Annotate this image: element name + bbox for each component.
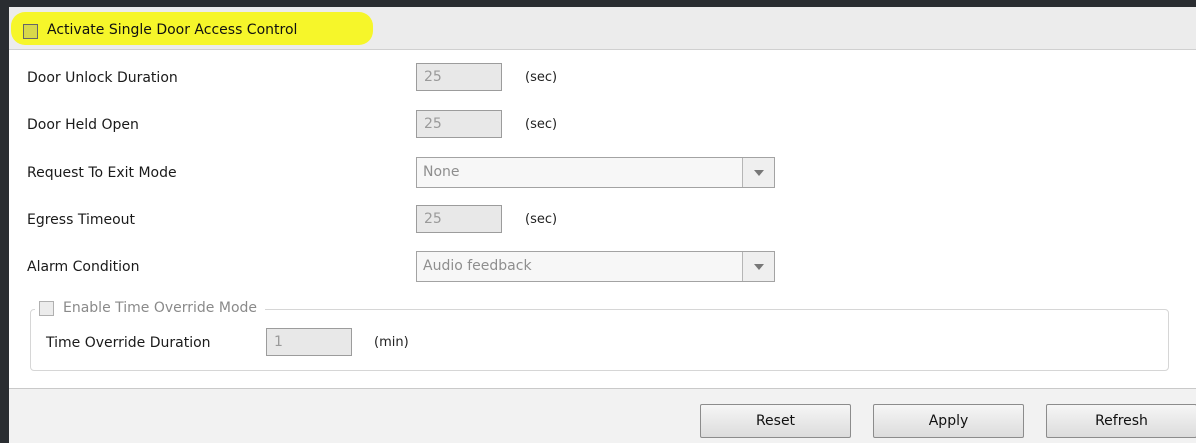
time-override-duration-input[interactable]: 1 <box>266 328 352 356</box>
time-override-legend: Enable Time Override Mode <box>35 298 266 320</box>
request-to-exit-mode-select[interactable]: None <box>416 157 775 188</box>
door-unlock-duration-input[interactable]: 25 <box>416 63 502 91</box>
chevron-down-icon[interactable] <box>742 158 774 187</box>
chevron-down-icon[interactable] <box>742 252 774 281</box>
refresh-button[interactable]: Refresh <box>1046 404 1196 438</box>
activate-label: Activate Single Door Access Control <box>47 22 298 38</box>
request-to-exit-mode-value: None <box>423 164 460 180</box>
time-override-duration-label: Time Override Duration <box>46 335 211 351</box>
apply-button[interactable]: Apply <box>873 404 1024 438</box>
door-unlock-duration-unit: (sec) <box>525 70 558 85</box>
settings-panel: Door Unlock Duration 25 (sec) Door Held … <box>9 50 1196 389</box>
time-override-duration-unit: (min) <box>374 335 409 350</box>
activate-header: Activate Single Door Access Control <box>9 7 1196 50</box>
door-held-open-input[interactable]: 25 <box>416 110 502 138</box>
access-control-panel: Activate Single Door Access Control Door… <box>9 7 1196 443</box>
enable-time-override-checkbox[interactable] <box>39 301 54 316</box>
request-to-exit-mode-label: Request To Exit Mode <box>27 165 177 181</box>
alarm-condition-select[interactable]: Audio feedback <box>416 251 775 282</box>
door-held-open-label: Door Held Open <box>27 117 139 133</box>
door-held-open-unit: (sec) <box>525 117 558 132</box>
activate-checkbox[interactable] <box>23 24 38 39</box>
alarm-condition-label: Alarm Condition <box>27 259 140 275</box>
enable-time-override-label: Enable Time Override Mode <box>63 300 258 316</box>
egress-timeout-label: Egress Timeout <box>27 212 136 228</box>
reset-button[interactable]: Reset <box>700 404 851 438</box>
egress-timeout-unit: (sec) <box>525 212 558 227</box>
egress-timeout-input[interactable]: 25 <box>416 205 502 233</box>
alarm-condition-value: Audio feedback <box>423 258 532 274</box>
door-unlock-duration-label: Door Unlock Duration <box>27 70 178 86</box>
